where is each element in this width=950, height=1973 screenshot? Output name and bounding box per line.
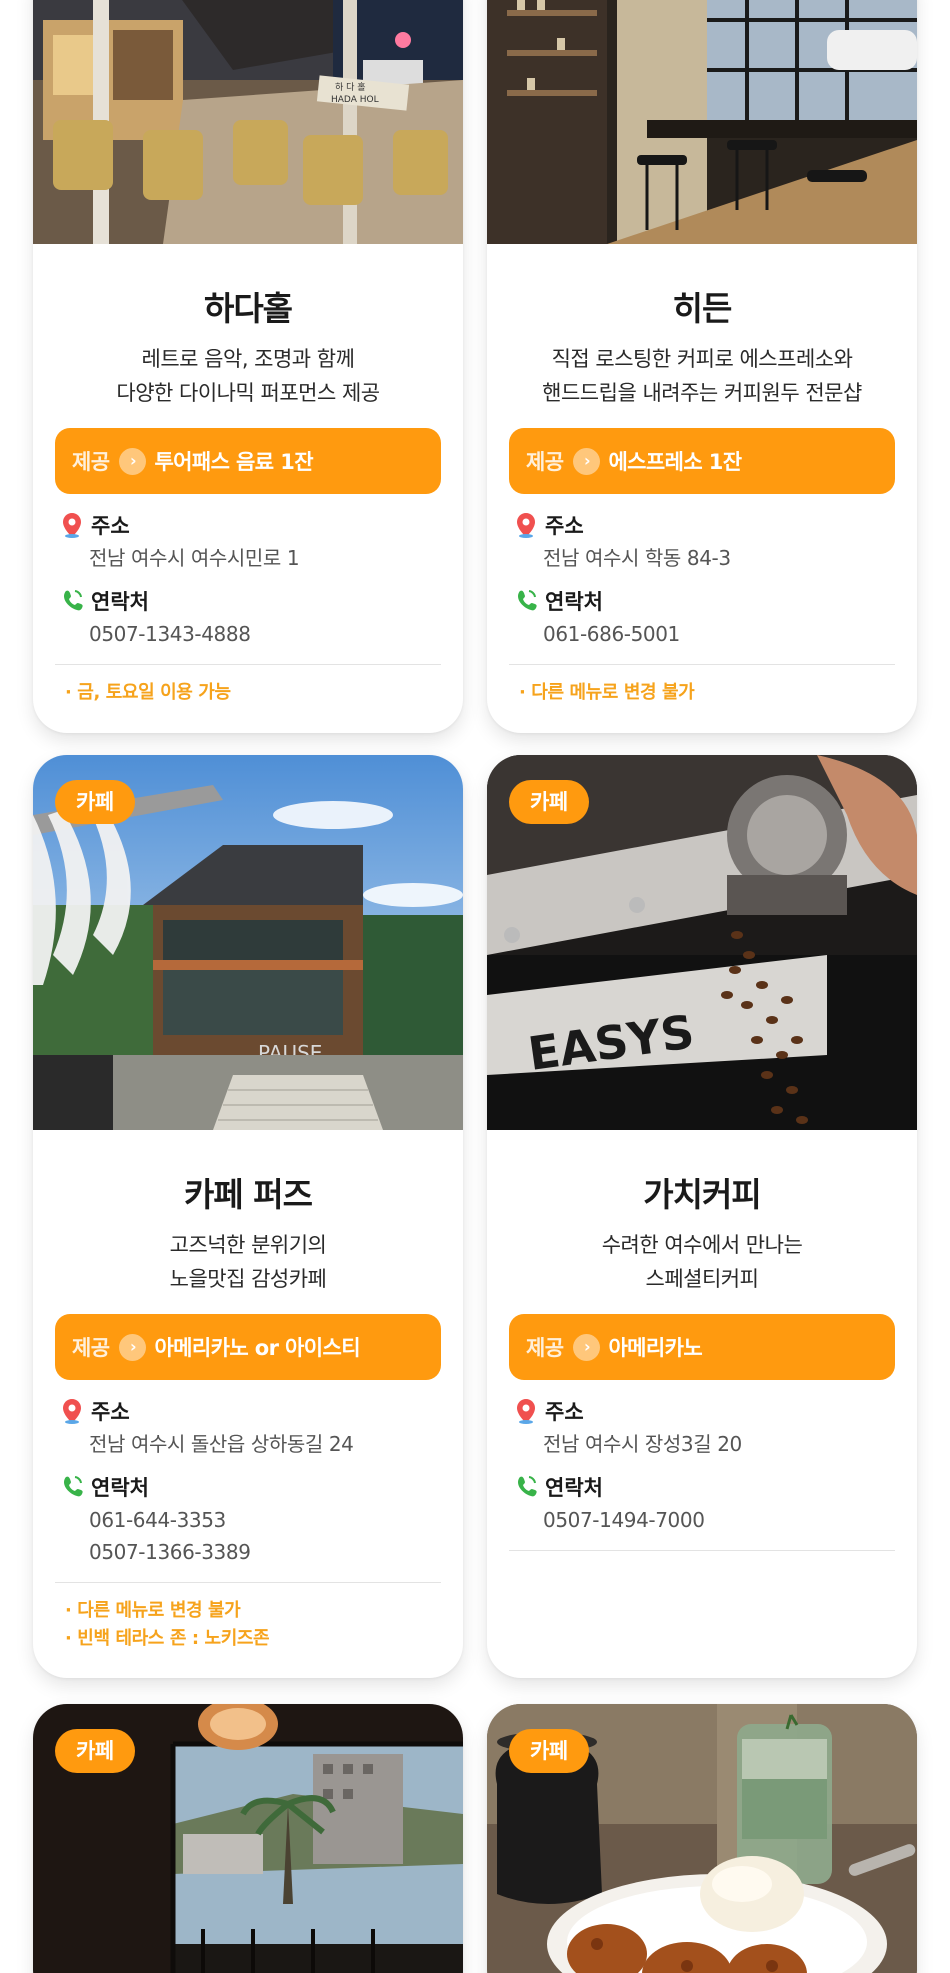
place-card-gachi-coffee[interactable]: EASYS 카페 가치커피 수려한 여수에서 만나는 스페셜티커피 제공 › 아… bbox=[487, 755, 917, 1678]
chevron-right-icon: › bbox=[119, 447, 147, 475]
address-value: 전남 여수시 여수시민로 1 bbox=[89, 546, 300, 570]
offer-text: 아메리카노 or 아이스티 bbox=[154, 1336, 360, 1360]
place-card-hidden[interactable]: 히든 직접 로스팅한 커피로 에스프레소와 핸드드립을 내려주는 커피원두 전문… bbox=[487, 0, 917, 733]
address-value: 전남 여수시 돌산읍 상하동길 24 bbox=[89, 1432, 354, 1456]
map-pin-icon bbox=[517, 1399, 535, 1424]
phone-number[interactable]: 0507-1494-7000 bbox=[543, 1504, 895, 1536]
offer-text: 에스프레소 1잔 bbox=[608, 450, 742, 474]
desc-line: 스페셜티커피 bbox=[645, 1267, 759, 1291]
offer-banner[interactable]: 제공 › 아메리카노 or 아이스티 bbox=[55, 1314, 441, 1380]
place-description: 레트로 음악, 조명과 함께 다양한 다이나믹 퍼포먼스 제공 bbox=[33, 342, 463, 410]
chevron-right-icon: › bbox=[573, 447, 601, 475]
hada-sign-text-en: HADA HOL bbox=[331, 95, 379, 105]
address-label: 주소 bbox=[91, 514, 130, 538]
place-name: 가치커피 bbox=[643, 1175, 761, 1214]
place-photo: 카페 bbox=[487, 1704, 917, 1973]
place-photo bbox=[487, 0, 917, 244]
address-label: 주소 bbox=[545, 514, 584, 538]
note: · 금, 토요일 이용 가능 bbox=[65, 682, 231, 703]
category-badge: 카페 bbox=[509, 1729, 589, 1773]
place-name: 하다홀 bbox=[203, 289, 293, 328]
phone-icon bbox=[64, 590, 83, 611]
desc-line: 노을맛집 감성카페 bbox=[169, 1267, 327, 1291]
chevron-right-icon: › bbox=[573, 1333, 601, 1361]
contact-label: 연락처 bbox=[545, 590, 603, 614]
phone-icon bbox=[518, 590, 537, 611]
desc-line: 수려한 여수에서 만나는 bbox=[601, 1233, 803, 1257]
desc-line: 핸드드립을 내려주는 커피원두 전문샵 bbox=[542, 381, 862, 405]
offer-text: 투어패스 음료 1잔 bbox=[154, 450, 313, 474]
map-pin-icon bbox=[63, 513, 81, 538]
place-card[interactable]: 카페 bbox=[33, 1704, 463, 1973]
phone-number[interactable]: 061-644-3353 bbox=[89, 1504, 441, 1536]
notes: · 다른 메뉴로 변경 불가 bbox=[519, 679, 917, 707]
place-card-cafe-pause[interactable]: PAUSE 카페 카페 퍼즈 고즈넉한 분위기의 노을맛집 감성카페 제공 › … bbox=[33, 755, 463, 1678]
place-description: 직접 로스팅한 커피로 에스프레소와 핸드드립을 내려주는 커피원두 전문샵 bbox=[487, 342, 917, 410]
phone-icon bbox=[64, 1476, 83, 1497]
desc-line: 고즈넉한 분위기의 bbox=[169, 1233, 327, 1257]
place-info: 주소 전남 여수시 여수시민로 1 연락처 0507-1343-4888 bbox=[61, 508, 441, 650]
address-label: 주소 bbox=[545, 1400, 584, 1424]
divider bbox=[55, 1582, 441, 1583]
place-info: 주소 전남 여수시 장성3길 20 연락처 0507-1494-7000 bbox=[515, 1394, 895, 1536]
place-photo: 하 다 홀 HADA HOL bbox=[33, 0, 463, 244]
category-badge: 카페 bbox=[55, 780, 135, 824]
category-badge: 카페 bbox=[55, 1729, 135, 1773]
hada-sign-text: 하 다 홀 bbox=[335, 81, 366, 93]
offer-prefix: 제공 bbox=[72, 1336, 110, 1360]
map-pin-icon bbox=[63, 1399, 81, 1424]
chevron-right-icon: › bbox=[119, 1333, 147, 1361]
desc-line: 다양한 다이나믹 퍼포먼스 제공 bbox=[116, 381, 380, 405]
contact-label: 연락처 bbox=[545, 1476, 603, 1500]
notes: · 다른 메뉴로 변경 불가 · 빈백 테라스 존 : 노키즈존 bbox=[65, 1597, 463, 1653]
address-value: 전남 여수시 학동 84-3 bbox=[543, 546, 731, 570]
divider bbox=[509, 1550, 895, 1551]
note: · 다른 메뉴로 변경 불가 bbox=[519, 682, 695, 703]
offer-banner[interactable]: 제공 › 에스프레소 1잔 bbox=[509, 428, 895, 494]
place-description: 수려한 여수에서 만나는 스페셜티커피 bbox=[487, 1228, 917, 1296]
place-name: 카페 퍼즈 bbox=[184, 1175, 313, 1214]
offer-prefix: 제공 bbox=[526, 450, 564, 474]
offer-banner[interactable]: 제공 › 아메리카노 bbox=[509, 1314, 895, 1380]
offer-banner[interactable]: 제공 › 투어패스 음료 1잔 bbox=[55, 428, 441, 494]
divider bbox=[509, 664, 895, 665]
desc-line: 레트로 음악, 조명과 함께 bbox=[141, 347, 355, 371]
place-info: 주소 전남 여수시 돌산읍 상하동길 24 연락처 061-644-3353 0… bbox=[61, 1394, 441, 1568]
phone-number[interactable]: 0507-1343-4888 bbox=[89, 618, 441, 650]
notes: · 금, 토요일 이용 가능 bbox=[65, 679, 463, 707]
note: · 다른 메뉴로 변경 불가 bbox=[65, 1600, 241, 1621]
address-value: 전남 여수시 장성3길 20 bbox=[543, 1432, 742, 1456]
address-label: 주소 bbox=[91, 1400, 130, 1424]
divider bbox=[55, 664, 441, 665]
desc-line: 직접 로스팅한 커피로 에스프레소와 bbox=[551, 347, 853, 371]
contact-label: 연락처 bbox=[91, 590, 149, 614]
note: · 빈백 테라스 존 : 노키즈존 bbox=[65, 1628, 270, 1649]
place-card[interactable]: 카페 bbox=[487, 1704, 917, 1973]
place-photo: EASYS 카페 bbox=[487, 755, 917, 1130]
place-name: 히든 bbox=[672, 289, 733, 328]
offer-text: 아메리카노 bbox=[608, 1336, 703, 1360]
place-photo: PAUSE 카페 bbox=[33, 755, 463, 1130]
place-card-hada-hall[interactable]: 하 다 홀 HADA HOL 하다홀 레트로 음악, 조명과 함께 다양한 다이… bbox=[33, 0, 463, 733]
offer-prefix: 제공 bbox=[526, 1336, 564, 1360]
contact-label: 연락처 bbox=[91, 1476, 149, 1500]
offer-prefix: 제공 bbox=[72, 450, 110, 474]
place-photo: 카페 bbox=[33, 1704, 463, 1973]
phone-number[interactable]: 061-686-5001 bbox=[543, 618, 895, 650]
place-description: 고즈넉한 분위기의 노을맛집 감성카페 bbox=[33, 1228, 463, 1296]
place-info: 주소 전남 여수시 학동 84-3 연락처 061-686-5001 bbox=[515, 508, 895, 650]
category-badge: 카페 bbox=[509, 780, 589, 824]
phone-icon bbox=[518, 1476, 537, 1497]
map-pin-icon bbox=[517, 513, 535, 538]
phone-number[interactable]: 0507-1366-3389 bbox=[89, 1536, 441, 1568]
